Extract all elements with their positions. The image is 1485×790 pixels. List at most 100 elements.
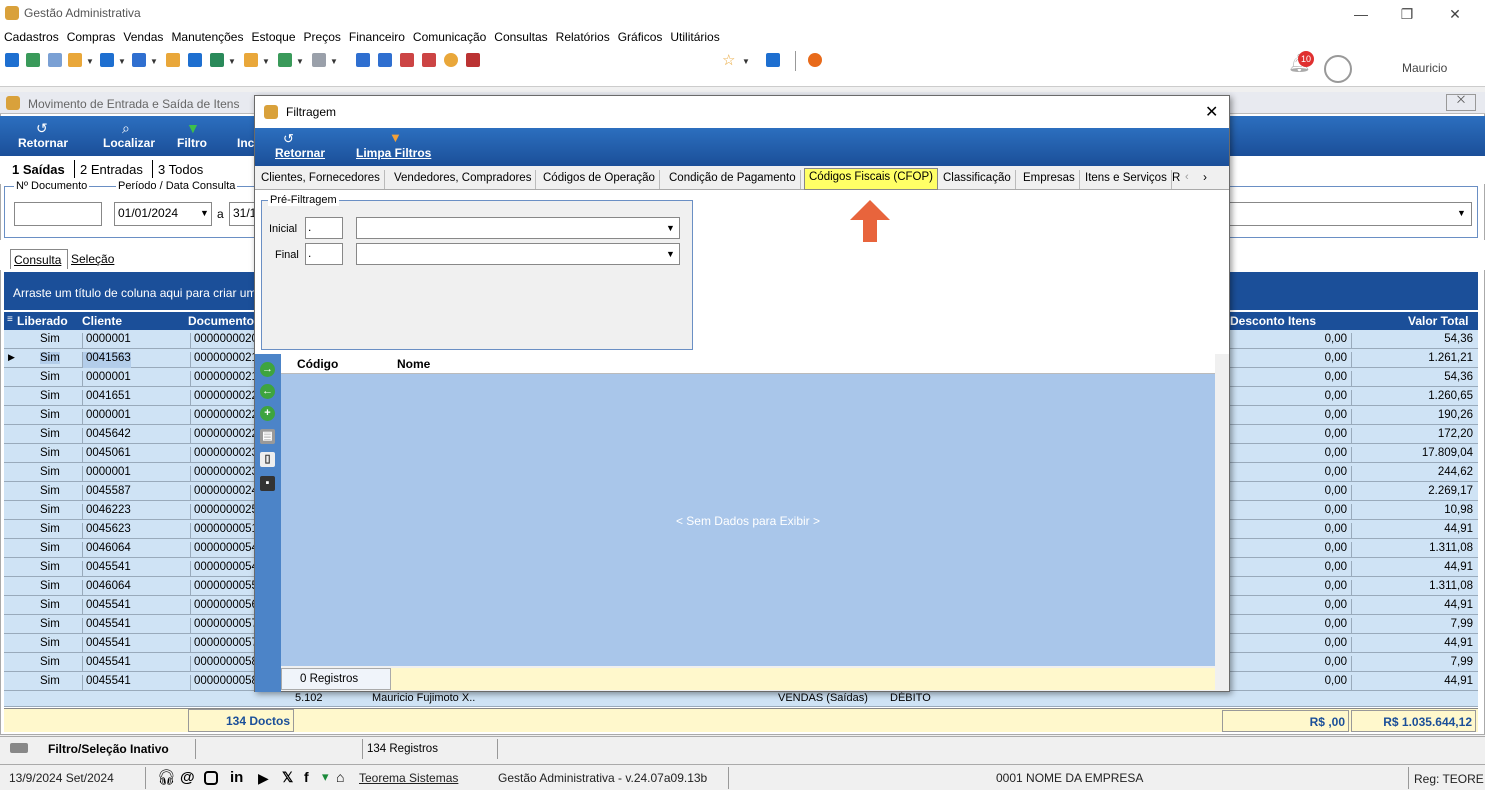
modal-retornar-button[interactable]: Retornar bbox=[275, 146, 325, 160]
at-icon[interactable]: @ bbox=[180, 769, 195, 786]
arrow-left-icon[interactable]: ← bbox=[260, 384, 275, 399]
menu-compras[interactable]: Compras bbox=[63, 27, 120, 44]
power-icon[interactable] bbox=[808, 53, 822, 67]
menu-precos[interactable]: Preços bbox=[300, 27, 345, 44]
tab-cfop[interactable]: Códigos Fiscais (CFOP) bbox=[804, 168, 938, 190]
menu-financeiro[interactable]: Financeiro bbox=[345, 27, 409, 44]
right-dropdown-icon[interactable]: ▼ bbox=[1457, 208, 1466, 218]
tab-itens-servicos[interactable]: Itens e Serviços bbox=[1081, 170, 1172, 189]
tab-condicao-pagamento[interactable]: Condição de Pagamento bbox=[665, 170, 801, 189]
new-doc-icon[interactable]: ▯ bbox=[260, 452, 275, 467]
toolbar-icon-print[interactable] bbox=[312, 53, 326, 67]
col-liberado[interactable]: Liberado bbox=[17, 314, 68, 328]
retornar-button[interactable]: Retornar bbox=[18, 136, 68, 150]
dialog-close-icon[interactable]: ✕ bbox=[1205, 102, 1218, 122]
toolbar-icon-box[interactable] bbox=[244, 53, 258, 67]
facebook-icon[interactable]: f bbox=[304, 769, 309, 785]
add-icon[interactable]: + bbox=[260, 406, 275, 421]
tab-clientes[interactable]: Clientes, Fornecedores bbox=[257, 170, 385, 189]
subtab-selecao[interactable]: Seleção bbox=[71, 252, 114, 266]
window-close-icon[interactable]: ⨉ bbox=[1446, 94, 1476, 111]
toolbar-icon-card[interactable] bbox=[48, 53, 62, 67]
menu-cadastros[interactable]: Cadastros bbox=[0, 27, 63, 44]
toolbar-icon-calendar[interactable] bbox=[400, 53, 414, 67]
avatar-icon[interactable] bbox=[1324, 55, 1352, 83]
right-dropdown[interactable] bbox=[1228, 202, 1472, 226]
tab-codigos-operacao[interactable]: Códigos de Operação bbox=[539, 170, 660, 189]
filter-small-icon[interactable]: ▾ bbox=[322, 769, 329, 785]
date-from-dropdown-icon[interactable]: ▼ bbox=[200, 208, 209, 218]
toolbar-icon-report[interactable] bbox=[466, 53, 480, 67]
minimize-icon[interactable]: — bbox=[1346, 3, 1376, 25]
headset-icon[interactable]: 🎧︎ bbox=[157, 768, 176, 786]
restore-icon[interactable]: ❐ bbox=[1392, 3, 1422, 25]
tab-saidas[interactable]: 1 Saídas bbox=[12, 162, 65, 177]
instagram-icon[interactable] bbox=[204, 771, 218, 785]
toolbar-icon-cart[interactable] bbox=[210, 53, 224, 67]
final-code-input[interactable]: . bbox=[305, 243, 343, 265]
linkedin-icon[interactable]: in bbox=[230, 769, 243, 786]
inicial-dropdown-icon[interactable]: ▼ bbox=[666, 223, 675, 233]
arrow-right-icon[interactable]: → bbox=[260, 362, 275, 377]
toolbar-icon-doc[interactable] bbox=[100, 53, 114, 67]
tab-scroll-right-icon[interactable]: › bbox=[1203, 170, 1207, 184]
toolbar-icon-info[interactable] bbox=[766, 53, 780, 67]
localizar-button[interactable]: Localizar bbox=[103, 136, 155, 150]
inc-button[interactable]: Inc bbox=[237, 136, 254, 150]
tab-scroll-left-icon[interactable]: ‹ bbox=[1185, 171, 1189, 183]
filtro-button[interactable]: Filtro bbox=[177, 136, 207, 150]
date-to-input[interactable]: 31/1 bbox=[229, 202, 257, 226]
company-link[interactable]: Teorema Sistemas bbox=[359, 771, 458, 785]
table-row-partial[interactable]: 5.102 Mauricio Fujimoto X.. VENDAS (Saíd… bbox=[4, 691, 1478, 707]
column-menu-icon[interactable]: ≡ bbox=[7, 314, 13, 325]
tab-classificacao[interactable]: Classificação bbox=[939, 170, 1016, 189]
save-icon[interactable]: ▪ bbox=[260, 476, 275, 491]
toolbar-icon-1[interactable] bbox=[5, 53, 19, 67]
tab-vendedores[interactable]: Vendedores, Compradores bbox=[390, 170, 537, 189]
date-from-input[interactable]: 01/01/2024 bbox=[114, 202, 212, 226]
home-icon[interactable]: ⌂ bbox=[336, 769, 344, 785]
col-codigo[interactable]: Código bbox=[297, 357, 338, 371]
inicial-select[interactable] bbox=[356, 217, 680, 239]
col-desconto[interactable]: Desconto Itens bbox=[1230, 314, 1316, 328]
toolbar-icon-person[interactable] bbox=[166, 53, 180, 67]
cfop-grid[interactable]: < Sem Dados para Exibir > bbox=[281, 354, 1215, 666]
col-documento[interactable]: Documento bbox=[188, 314, 254, 328]
twitter-icon[interactable]: 𝕏 bbox=[282, 769, 293, 786]
subtab-consulta[interactable]: Consulta bbox=[10, 249, 68, 269]
inicial-code-input[interactable]: . bbox=[305, 217, 343, 239]
toolbar-icon-bank[interactable] bbox=[188, 53, 202, 67]
menu-estoque[interactable]: Estoque bbox=[247, 27, 299, 44]
filtro-status: Filtro/Seleção Inativo bbox=[48, 742, 169, 756]
menu-relatorios[interactable]: Relatórios bbox=[552, 27, 614, 44]
menu-utilitarios[interactable]: Utilitários bbox=[666, 27, 723, 44]
col-valor-total[interactable]: Valor Total bbox=[1408, 314, 1468, 328]
menu-comunicacao[interactable]: Comunicação bbox=[409, 27, 490, 44]
toolbar-icon-list[interactable] bbox=[68, 53, 82, 67]
menu-vendas[interactable]: Vendas bbox=[119, 27, 167, 44]
toolbar-icon-calendar2[interactable] bbox=[422, 53, 436, 67]
tab-r[interactable]: R bbox=[1168, 170, 1184, 189]
col-cliente[interactable]: Cliente bbox=[82, 314, 122, 328]
close-icon[interactable]: ✕ bbox=[1440, 3, 1470, 25]
toolbar-icon-calculator[interactable] bbox=[378, 53, 392, 67]
doc-input[interactable] bbox=[14, 202, 102, 226]
tab-todos[interactable]: 3 Todos bbox=[158, 162, 203, 177]
youtube-icon[interactable]: ▶ bbox=[258, 770, 269, 787]
tab-empresas[interactable]: Empresas bbox=[1019, 170, 1080, 189]
menu-graficos[interactable]: Gráficos bbox=[614, 27, 667, 44]
col-nome[interactable]: Nome bbox=[397, 357, 430, 371]
toolbar-icon-truck[interactable] bbox=[132, 53, 146, 67]
toolbar-icon-money[interactable] bbox=[278, 53, 292, 67]
toolbar-icon-lock[interactable] bbox=[444, 53, 458, 67]
menu-consultas[interactable]: Consultas bbox=[490, 27, 551, 44]
limpa-filtros-button[interactable]: Limpa Filtros bbox=[356, 146, 431, 160]
toolbar-icon-calc[interactable] bbox=[356, 53, 370, 67]
tab-entradas[interactable]: 2 Entradas bbox=[80, 162, 143, 177]
final-select[interactable] bbox=[356, 243, 680, 265]
final-dropdown-icon[interactable]: ▼ bbox=[666, 249, 675, 259]
trash-icon[interactable]: ▤ bbox=[260, 429, 275, 444]
toolbar-icon-users[interactable] bbox=[26, 53, 40, 67]
menu-manutencoes[interactable]: Manutenções bbox=[167, 27, 247, 44]
star-icon[interactable]: ☆ bbox=[722, 51, 735, 69]
